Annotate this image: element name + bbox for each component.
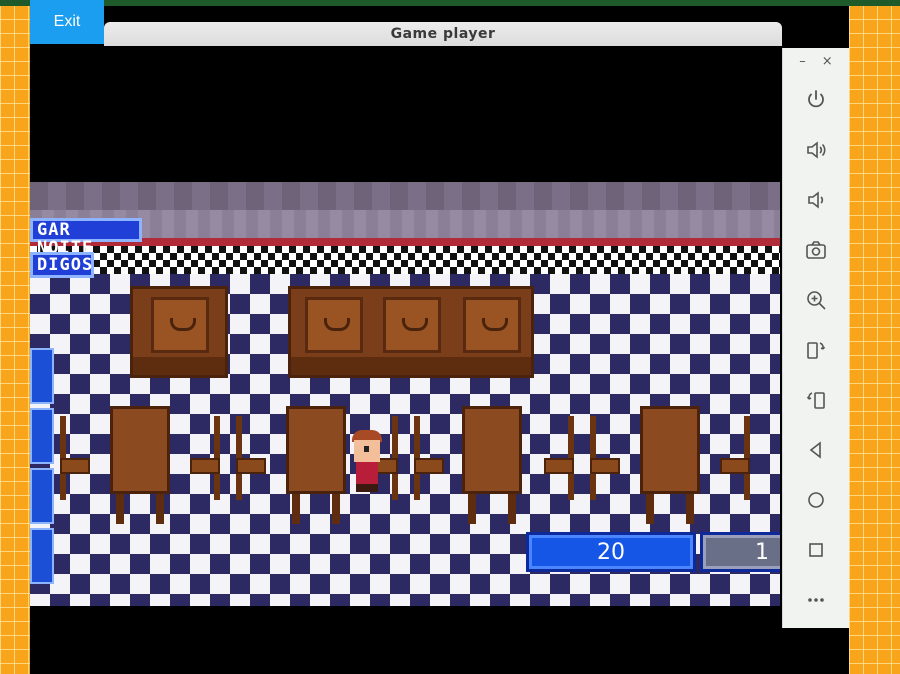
power-button[interactable]: [800, 84, 832, 116]
player-character: [350, 430, 384, 492]
table-leg: [292, 494, 300, 524]
more-icon: [808, 598, 824, 602]
table-top: [286, 406, 346, 494]
back-wall: [30, 182, 780, 242]
chair-seat: [720, 458, 750, 474]
top-strip: [0, 0, 900, 6]
score-counter: 20: [526, 532, 696, 572]
screenshot-button[interactable]: [800, 234, 832, 266]
character-eye: [364, 446, 369, 452]
sign-bottom: DIGOS: [30, 252, 94, 278]
table-leg: [686, 494, 694, 524]
chair-seat: [544, 458, 574, 474]
chair: [190, 416, 220, 500]
counter-drawer: [383, 297, 441, 353]
recents-button[interactable]: [800, 534, 832, 566]
table: [110, 406, 170, 524]
home-button[interactable]: [800, 484, 832, 516]
side-panel: [30, 348, 54, 404]
minimize-button[interactable]: –: [799, 54, 806, 69]
counter-left: [130, 286, 228, 378]
chair-seat: [190, 458, 220, 474]
chair-seat: [236, 458, 266, 474]
zoom-in-icon: [807, 291, 826, 310]
counter-right: [288, 286, 534, 378]
home-icon: [808, 492, 824, 508]
secondary-counter: 1: [700, 532, 780, 572]
table-leg: [646, 494, 654, 524]
exit-button[interactable]: Exit: [30, 0, 104, 44]
chair-seat: [60, 458, 90, 474]
chair-seat: [590, 458, 620, 474]
camera-icon: [806, 241, 826, 259]
chair: [414, 416, 444, 500]
chair-seat: [414, 458, 444, 474]
sign-top: GAR NOITE: [30, 218, 142, 257]
left-background: [0, 6, 30, 674]
table-leg: [508, 494, 516, 524]
rotate-left-icon: [807, 342, 826, 359]
table: [286, 406, 346, 524]
rotate-left-button[interactable]: [800, 334, 832, 366]
counter-base: [133, 357, 225, 375]
volume-down-icon: [808, 191, 824, 209]
red-band: [30, 238, 780, 246]
chair: [544, 416, 574, 500]
counter-drawer: [305, 297, 363, 353]
right-background: [849, 6, 900, 674]
table: [640, 406, 700, 524]
table-leg: [332, 494, 340, 524]
side-panel: [30, 408, 54, 464]
checker-band: [30, 246, 780, 274]
volume-down-button[interactable]: [800, 184, 832, 216]
chair: [236, 416, 266, 500]
volume-up-icon: [807, 141, 826, 159]
rotate-right-icon: [806, 392, 825, 409]
counter-drawer: [463, 297, 521, 353]
table-top: [640, 406, 700, 494]
table-leg: [468, 494, 476, 524]
table-top: [462, 406, 522, 494]
emulator-window-controls: – ×: [783, 54, 849, 69]
counter-drawer: [151, 297, 209, 353]
zoom-button[interactable]: [800, 284, 832, 316]
game-viewport[interactable]: GAR NOITE DIGOS 20 1: [30, 182, 780, 606]
back-icon: [809, 441, 821, 459]
window-title: Game player: [390, 26, 496, 42]
table-top: [110, 406, 170, 494]
power-icon: [808, 90, 824, 108]
recents-icon: [809, 543, 823, 557]
chair: [590, 416, 620, 500]
close-button[interactable]: ×: [822, 54, 833, 69]
character-body: [356, 462, 378, 484]
chair: [720, 416, 750, 500]
side-panel: [30, 468, 54, 524]
back-button[interactable]: [800, 434, 832, 466]
more-button[interactable]: [800, 584, 832, 616]
side-panel: [30, 528, 54, 584]
table: [462, 406, 522, 524]
emulator-toolbar: – ×: [782, 48, 849, 628]
volume-up-button[interactable]: [800, 134, 832, 166]
table-leg: [156, 494, 164, 524]
window-titlebar[interactable]: Game player: [104, 22, 782, 46]
character-feet: [356, 484, 378, 492]
table-leg: [116, 494, 124, 524]
chair: [60, 416, 90, 500]
counter-base: [291, 357, 531, 375]
game-window: Game player GAR NOITE DIGOS 20 1: [30, 22, 782, 674]
rotate-right-button[interactable]: [800, 384, 832, 416]
